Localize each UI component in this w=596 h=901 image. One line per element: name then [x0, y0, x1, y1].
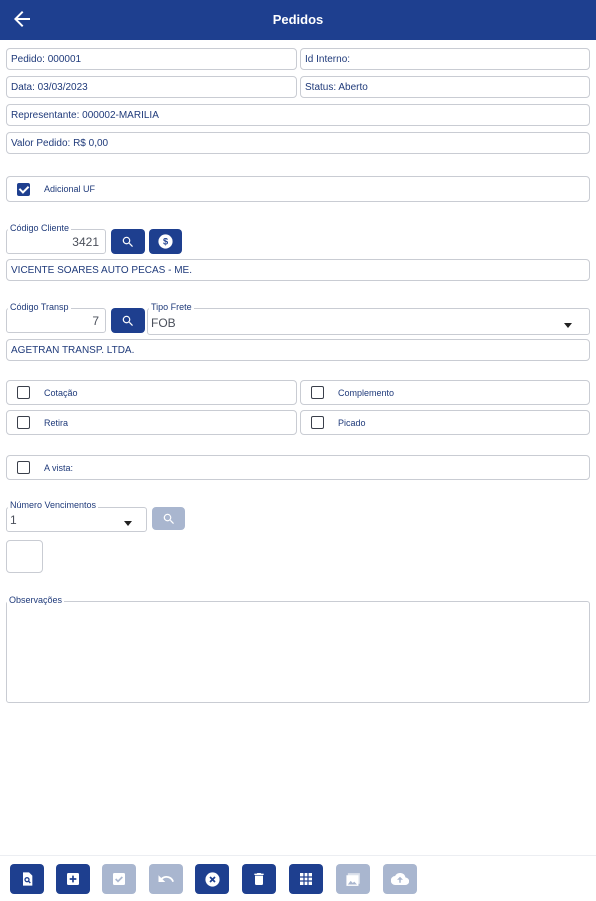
dollar-icon: $: [158, 234, 173, 249]
image-button[interactable]: [336, 864, 370, 894]
adicional-uf-checkbox[interactable]: [17, 182, 30, 196]
adicional-uf-label: Adicional UF: [44, 184, 96, 194]
svg-text:$: $: [163, 237, 168, 247]
bottom-toolbar: [0, 855, 596, 901]
search-installments-button[interactable]: [152, 507, 185, 530]
cancel-button[interactable]: [195, 864, 229, 894]
representative-text: Representante: 000002-MARILIA: [11, 109, 159, 121]
complemento-label: Complemento: [338, 387, 395, 398]
freight-type-select[interactable]: FOB: [147, 308, 590, 335]
internal-id-field: Id Interno:: [300, 48, 590, 70]
search-doc-button[interactable]: [10, 864, 44, 894]
date-field: Data: 03/03/2023: [6, 76, 297, 98]
add-button[interactable]: [56, 864, 90, 894]
client-code-value: 3421: [72, 235, 99, 249]
undo-icon: [158, 875, 175, 882]
notes-label: Observações: [7, 595, 65, 605]
status-text: Status: Aberto: [305, 81, 368, 93]
notes-textarea[interactable]: [6, 601, 590, 703]
search-icon: [163, 513, 174, 524]
add-icon: [67, 873, 79, 885]
internal-id-text: Id Interno:: [305, 53, 351, 65]
search-icon: [122, 236, 133, 247]
order-number-text: Pedido: 000001: [11, 53, 82, 65]
client-code-label: Código Cliente: [8, 223, 72, 233]
complemento-checkbox[interactable]: [311, 386, 324, 399]
confirm-button[interactable]: [102, 864, 136, 894]
client-name-text: VICENTE SOARES AUTO PECAS - ME.: [11, 264, 192, 276]
a-vista-checkbox[interactable]: [17, 461, 30, 474]
carrier-code-label: Código Transp: [8, 302, 71, 312]
order-value-field: Valor Pedido: R$ 0,00: [6, 132, 590, 154]
order-number-field: Pedido: 000001: [6, 48, 297, 70]
installment-box[interactable]: [6, 540, 43, 573]
freight-type-label: Tipo Frete: [149, 302, 194, 312]
cotacao-checkbox[interactable]: [17, 386, 30, 399]
installments-select[interactable]: 1: [6, 507, 147, 532]
carrier-name-field: AGETRAN TRANSP. LTDA.: [6, 339, 590, 361]
order-value-text: Valor Pedido: R$ 0,00: [11, 137, 109, 149]
search-carrier-button[interactable]: [111, 308, 145, 333]
picado-checkbox[interactable]: [311, 416, 324, 429]
representative-field: Representante: 000002-MARILIA: [6, 104, 590, 126]
picado-row[interactable]: Picado: [300, 410, 590, 435]
chevron-down-icon: [124, 521, 132, 526]
chevron-down-icon: [564, 323, 572, 328]
carrier-name-text: AGETRAN TRANSP. LTDA.: [11, 344, 135, 356]
image-icon: [345, 872, 360, 886]
cotacao-row[interactable]: Cotação: [6, 380, 297, 405]
a-vista-label: A vista:: [44, 462, 74, 473]
carrier-code-value: 7: [92, 314, 99, 328]
installments-label: Número Vencimentos: [8, 500, 99, 510]
client-name-field: VICENTE SOARES AUTO PECAS - ME.: [6, 259, 590, 281]
cotacao-label: Cotação: [44, 387, 78, 398]
grid-icon: [300, 873, 312, 885]
retira-row[interactable]: Retira: [6, 410, 297, 435]
undo-button[interactable]: [149, 864, 183, 894]
search-doc-icon: [23, 872, 33, 886]
cancel-icon: [204, 871, 220, 887]
date-text: Data: 03/03/2023: [11, 81, 88, 93]
trash-icon: [254, 873, 264, 885]
a-vista-row[interactable]: A vista:: [6, 455, 590, 480]
adicional-uf-row[interactable]: Adicional UF: [6, 176, 590, 202]
retira-checkbox[interactable]: [17, 416, 30, 429]
check-icon: [113, 873, 125, 885]
picado-label: Picado: [338, 417, 366, 428]
upload-button[interactable]: [383, 864, 417, 894]
retira-label: Retira: [44, 417, 69, 428]
complemento-row[interactable]: Complemento: [300, 380, 590, 405]
search-client-button[interactable]: [111, 229, 145, 254]
app-bar: Pedidos: [0, 0, 596, 40]
page-title: Pedidos: [272, 12, 324, 27]
search-icon: [122, 315, 133, 326]
grid-button[interactable]: [289, 864, 323, 894]
delete-button[interactable]: [242, 864, 276, 894]
cloud-upload-icon: [391, 873, 409, 886]
installments-value: 1: [10, 513, 17, 527]
status-field: Status: Aberto: [300, 76, 590, 98]
client-finance-button[interactable]: $: [149, 229, 182, 254]
freight-type-value: FOB: [151, 316, 176, 330]
